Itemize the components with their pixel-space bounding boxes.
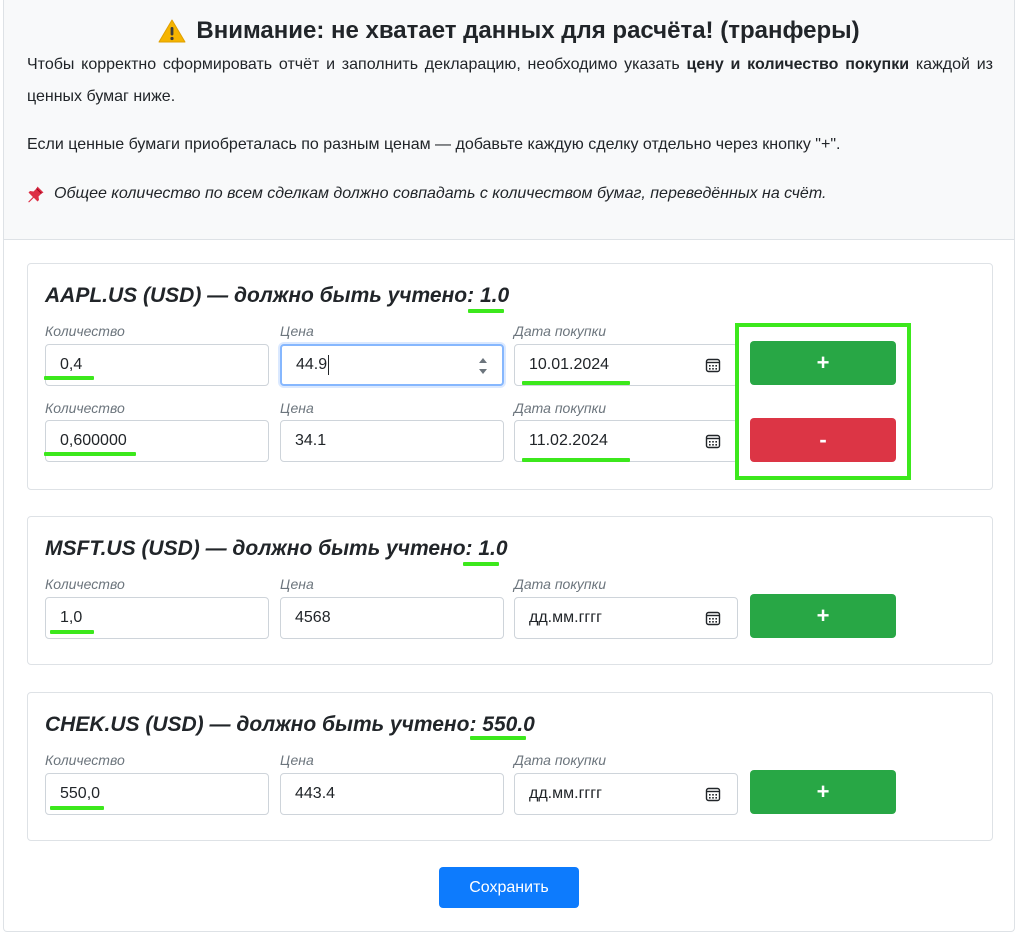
alert-paragraph-3: Общее количество по всем сделкам должно … [27,178,993,210]
alert-p1-text: Чтобы корректно сформировать отчёт и зап… [27,56,687,73]
date-placeholder: дд.мм.гггг [529,609,602,626]
calendar-icon[interactable] [705,433,721,449]
quantity-value: 0,4 [60,356,83,373]
pushpin-icon [28,186,44,203]
transfer-form: Внимание: не хватает данных для расчёта!… [3,0,1015,932]
save-button[interactable]: Сохранить [439,867,579,908]
quantity-value: 0,600000 [60,432,127,449]
highlight-underline [470,736,526,740]
warning-alert: Внимание: не хватает данных для расчёта!… [4,0,1014,240]
price-label: Цена [280,400,314,416]
card-title: AAPL.US (USD) — должно быть учтено: 1.0 [45,284,509,308]
alert-p1-bold: цену и количество покупки [686,56,910,73]
add-row-button[interactable]: + [750,770,896,814]
price-label: Цена [280,576,314,592]
highlight-underline [44,452,136,456]
card-title-text: AAPL.US (USD) — должно быть учтено: [45,284,480,307]
price-label: Цена [280,752,314,768]
card-title-text: MSFT.US (USD) — должно быть учтено: [45,537,479,560]
highlight-underline [50,806,104,810]
security-card-chek: CHEK.US (USD) — должно быть учтено: 550.… [27,692,993,841]
card-title-text: CHEK.US (USD) — должно быть учтено: [45,713,483,736]
highlight-underline [468,309,504,313]
text-caret [328,355,330,375]
required-quantity: 550.0 [482,713,535,736]
calendar-icon[interactable] [705,786,721,802]
date-input[interactable]: 10.01.2024 [514,344,738,386]
quantity-label: Количество [45,400,125,416]
security-card-msft: MSFT.US (USD) — должно быть учтено: 1.0 … [27,516,993,665]
price-input[interactable]: 443.4 [280,773,504,815]
quantity-label: Количество [45,323,125,339]
card-title: CHEK.US (USD) — должно быть учтено: 550.… [45,713,535,737]
date-value: 10.01.2024 [529,356,610,373]
add-row-button[interactable]: + [750,594,896,638]
price-value: 34.1 [295,432,327,449]
date-label: Дата покупки [514,323,607,339]
calendar-icon[interactable] [705,357,721,373]
security-card-aapl: AAPL.US (USD) — должно быть учтено: 1.0 … [27,263,993,490]
spinner-arrows-icon[interactable] [478,355,488,377]
price-input[interactable]: 34.1 [280,420,504,462]
date-placeholder: дд.мм.гггг [529,785,602,802]
date-input[interactable]: дд.мм.гггг [514,773,738,815]
price-input[interactable]: 4568 [280,597,504,639]
date-label: Дата покупки [514,752,607,768]
required-quantity: 1.0 [479,284,510,307]
highlight-underline [522,381,630,385]
highlight-underline [522,458,630,462]
highlight-box [735,323,911,480]
price-value: 44.9 [296,356,328,373]
date-value: 11.02.2024 [529,432,608,449]
card-title: MSFT.US (USD) — должно быть учтено: 1.0 [45,537,508,561]
calendar-icon[interactable] [705,610,721,626]
alert-title-text: Внимание: не хватает данных для расчёта!… [196,17,860,44]
price-input[interactable]: 44.9 [280,344,504,386]
alert-paragraph-2: Если ценные бумаги приобреталась по разн… [27,136,841,153]
date-label: Дата покупки [514,576,607,592]
highlight-underline [463,562,499,566]
quantity-label: Количество [45,752,125,768]
highlight-underline [44,376,94,380]
quantity-value: 550,0 [60,785,101,802]
price-value: 443.4 [295,785,336,802]
date-label: Дата покупки [514,400,607,416]
alert-p3-text: Общее количество по всем сделкам должно … [54,185,827,202]
date-input[interactable]: 11.02.2024 [514,420,738,462]
price-value: 4568 [295,609,331,626]
alert-title: Внимание: не хватает данных для расчёта!… [4,17,1014,45]
quantity-label: Количество [45,576,125,592]
highlight-underline [50,630,94,634]
warning-icon [158,19,186,43]
required-quantity: 1.0 [478,537,508,560]
price-label: Цена [280,323,314,339]
alert-paragraph-1: Чтобы корректно сформировать отчёт и зап… [27,49,993,113]
date-input[interactable]: дд.мм.гггг [514,597,738,639]
quantity-value: 1,0 [60,609,83,626]
